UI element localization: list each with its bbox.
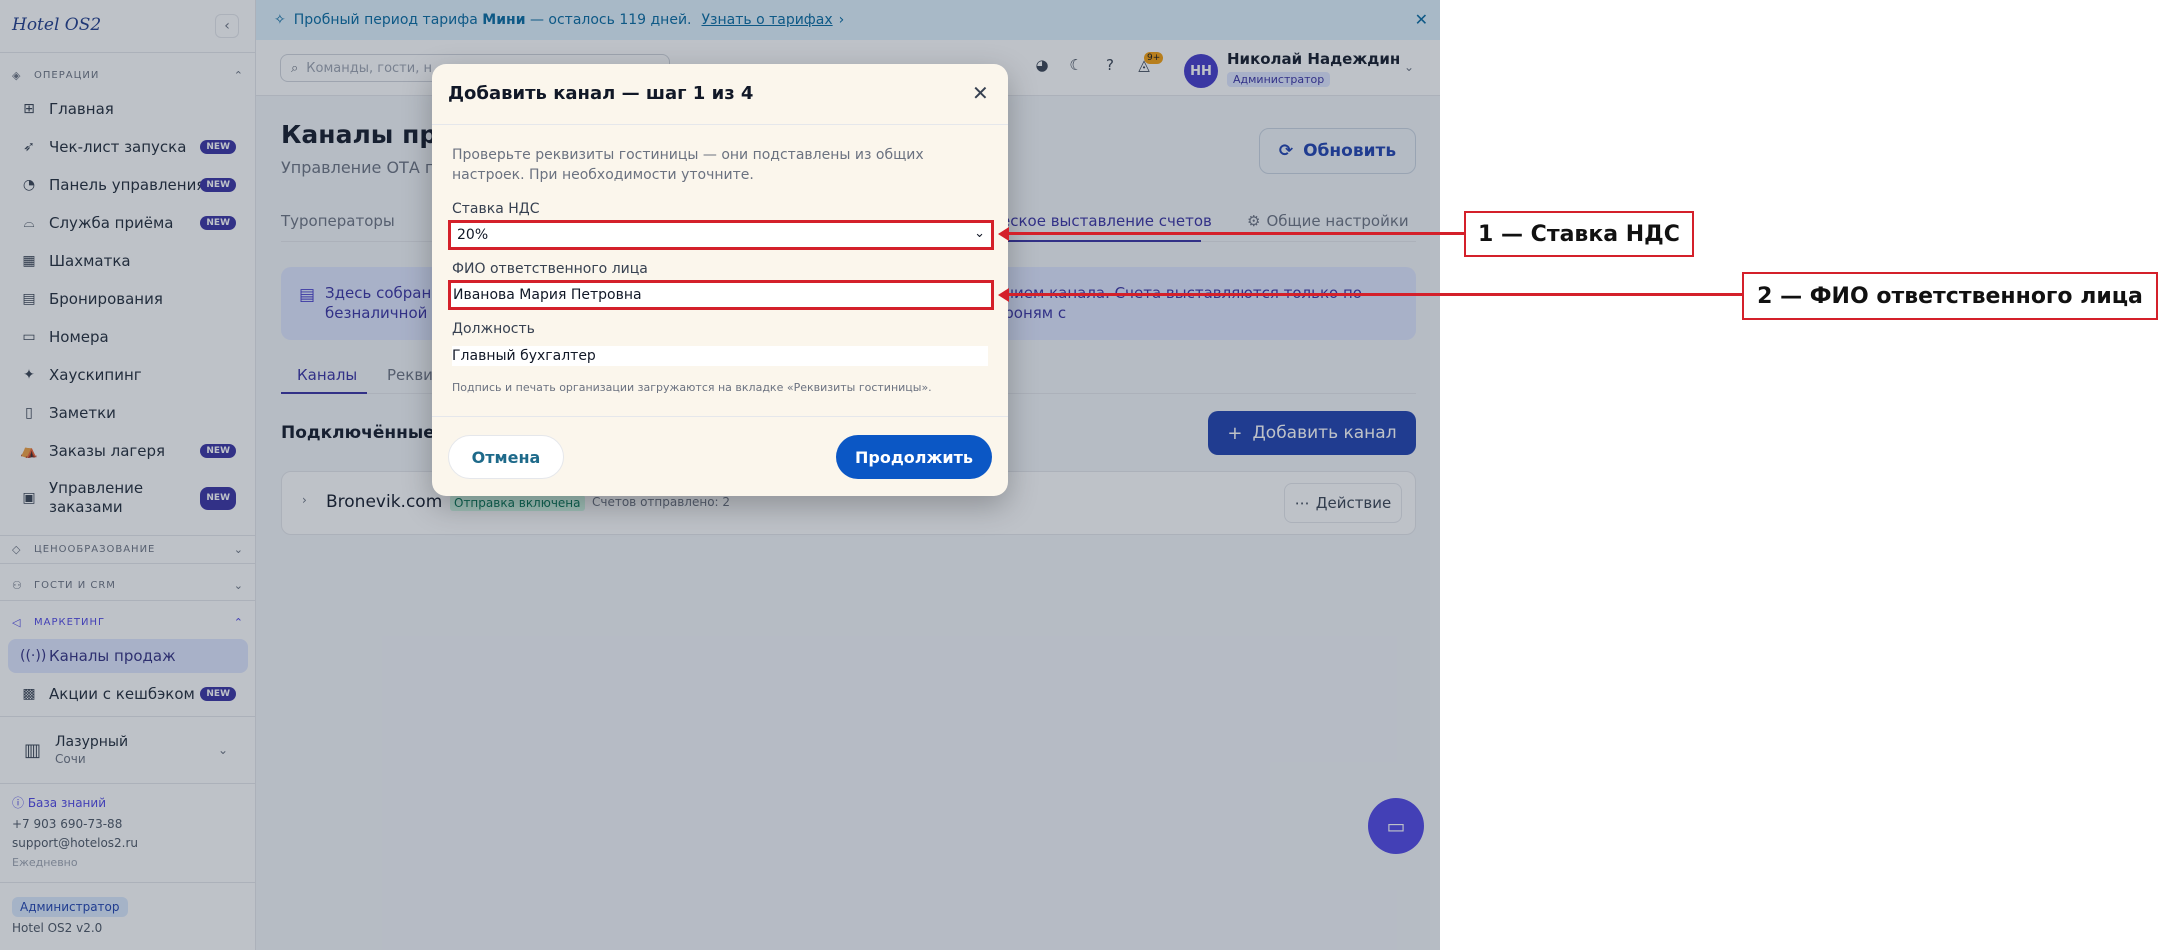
modal-description: Проверьте реквизиты гостиницы — они подс… xyxy=(452,147,924,183)
app-window: Hotel OS2 ‹ ◈ ОПЕРАЦИИ ⌃ ⊞ Главная ➶ Чек… xyxy=(0,0,1440,950)
close-icon[interactable]: ✕ xyxy=(972,81,989,105)
cancel-button[interactable]: Отмена xyxy=(448,435,564,479)
divider xyxy=(432,416,1008,417)
position-label: Должность xyxy=(452,321,535,337)
chevron-down-icon: ⌄ xyxy=(974,226,985,241)
responsible-person-label: ФИО ответственного лица xyxy=(452,261,648,277)
position-value: Главный бухгалтер xyxy=(452,348,596,364)
responsible-person-value: Иванова Мария Петровна xyxy=(453,287,642,303)
modal-hint: Подпись и печать организации загружаются… xyxy=(452,381,932,394)
vat-value: 20% xyxy=(457,227,489,243)
annotation-arrow-2 xyxy=(1008,293,1744,296)
divider xyxy=(432,124,1008,125)
vat-select[interactable]: 20% ⌄ xyxy=(448,220,994,250)
add-channel-modal: Добавить канал — шаг 1 из 4 ✕ Проверьте … xyxy=(432,64,1008,496)
annotation-label-2: 2 — ФИО ответственного лица xyxy=(1742,272,2158,320)
annotation-arrow-1 xyxy=(1008,232,1468,235)
continue-button[interactable]: Продолжить xyxy=(836,435,992,479)
annotation-label-1: 1 — Ставка НДС xyxy=(1464,211,1694,257)
responsible-person-input[interactable]: Иванова Мария Петровна xyxy=(448,280,994,310)
position-input[interactable]: Главный бухгалтер xyxy=(452,346,988,366)
modal-title: Добавить канал — шаг 1 из 4 xyxy=(448,83,754,104)
arrowhead-icon xyxy=(998,288,1009,302)
vat-label: Ставка НДС xyxy=(452,201,540,217)
arrowhead-icon xyxy=(998,227,1009,241)
